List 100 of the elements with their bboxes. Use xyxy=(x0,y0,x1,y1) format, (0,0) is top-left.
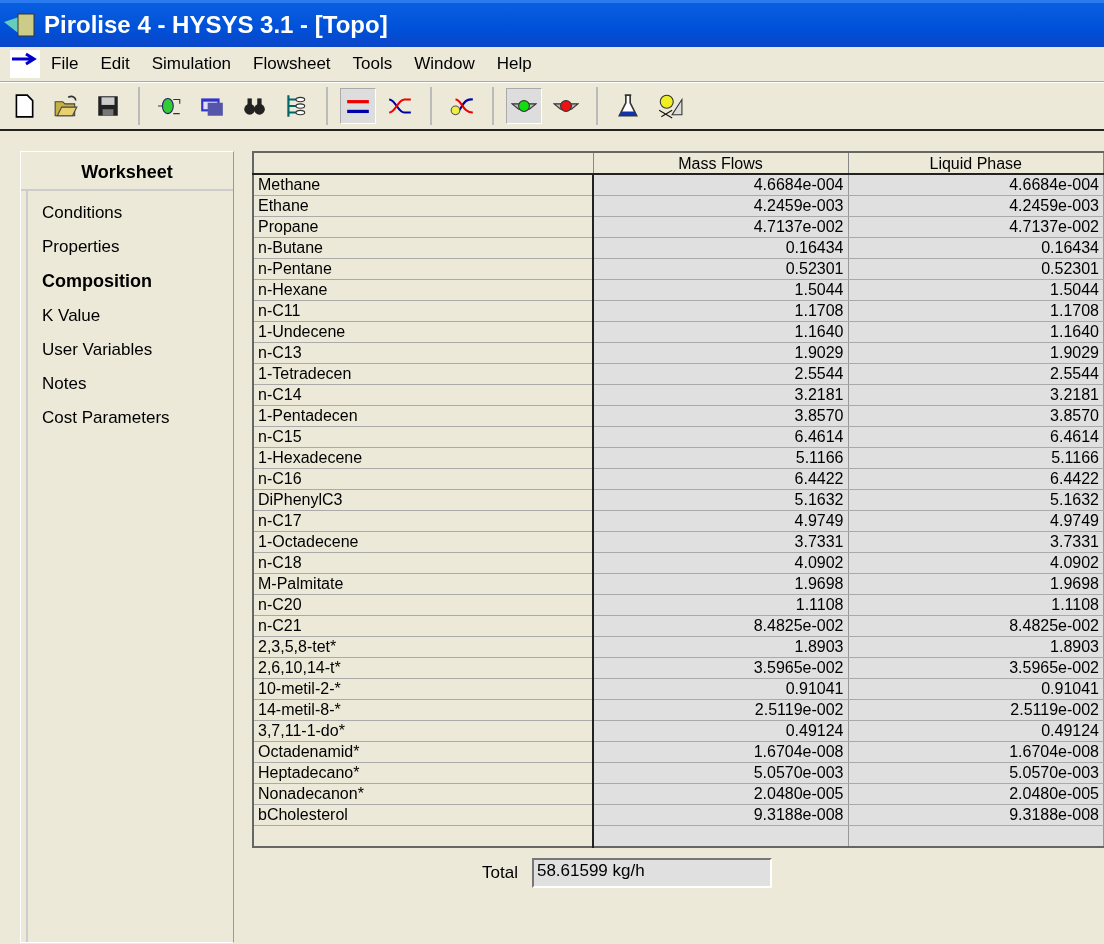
menu-item[interactable]: File xyxy=(40,54,90,74)
table-cell: 1.1640 xyxy=(593,321,848,343)
table-cell: 4.9749 xyxy=(593,510,848,532)
table-cell: 1-Undecene xyxy=(253,321,593,343)
table-cell: 2.0480e-005 xyxy=(593,783,848,805)
table-cell: Propane xyxy=(253,216,593,238)
table-cell: 6.4614 xyxy=(848,426,1104,448)
table-cell: 4.2459e-003 xyxy=(848,195,1104,217)
table-cell: 6.4422 xyxy=(593,468,848,490)
toolbar-button[interactable] xyxy=(340,88,376,124)
table-cell: 1-Tetradecen xyxy=(253,363,593,385)
table-cell: 9.3188e-008 xyxy=(593,804,848,826)
menu-item[interactable]: Edit xyxy=(89,54,141,74)
worksheet-tab[interactable]: Worksheet xyxy=(21,152,233,191)
menu-item[interactable]: Help xyxy=(485,54,543,74)
table-cell: 6.4422 xyxy=(848,468,1104,490)
table-cell: 1.1708 xyxy=(848,300,1104,322)
table-cell: n-C11 xyxy=(253,300,593,322)
table-cell: 5.1166 xyxy=(593,447,848,469)
table-cell: 4.7137e-002 xyxy=(848,216,1104,238)
table-cell: 3.2181 xyxy=(848,384,1104,406)
table-cell: 6.4614 xyxy=(593,426,848,448)
table-cell: 3.5965e-002 xyxy=(848,657,1104,679)
table-cell: 0.52301 xyxy=(848,258,1104,280)
table-cell: Ethane xyxy=(253,195,593,217)
table-cell: n-C17 xyxy=(253,510,593,532)
table-cell: 0.52301 xyxy=(593,258,848,280)
sidebar-item[interactable]: User Variables xyxy=(42,334,233,368)
table-cell: 3.8570 xyxy=(848,405,1104,427)
table-cell: 4.2459e-003 xyxy=(593,195,848,217)
sidebar-item[interactable]: K Value xyxy=(42,300,233,334)
table-cell: 1.9029 xyxy=(848,342,1104,364)
table-cell: 4.6684e-004 xyxy=(848,174,1104,196)
table-cell: 3.2181 xyxy=(593,384,848,406)
table-cell: 1.8903 xyxy=(593,636,848,658)
table-cell: 5.0570e-003 xyxy=(593,762,848,784)
table-cell: 1.9698 xyxy=(593,573,848,595)
table-cell: 4.6684e-004 xyxy=(593,174,848,196)
table-cell: 0.16434 xyxy=(593,237,848,259)
table-cell: n-C16 xyxy=(253,468,593,490)
table-cell: 3.8570 xyxy=(593,405,848,427)
table-cell: Methane xyxy=(253,174,593,196)
table-cell: 1.1108 xyxy=(593,594,848,616)
table-cell: 2.5544 xyxy=(593,363,848,385)
table-cell: M-Palmitate xyxy=(253,573,593,595)
table-cell: 1.1108 xyxy=(848,594,1104,616)
table-cell: 4.0902 xyxy=(593,552,848,574)
sidebar-item[interactable]: Properties xyxy=(42,231,233,265)
table-cell: Octadenamid* xyxy=(253,741,593,763)
table-cell: 3.5965e-002 xyxy=(593,657,848,679)
table-cell: 1.9029 xyxy=(593,342,848,364)
toolbar-button[interactable] xyxy=(506,88,542,124)
menu-item[interactable]: Window xyxy=(403,54,486,74)
table-cell: 1.1640 xyxy=(848,321,1104,343)
table-cell: 14-metil-8-* xyxy=(253,699,593,721)
sidebar-item[interactable]: Conditions xyxy=(42,197,233,231)
table-cell: 8.4825e-002 xyxy=(848,615,1104,637)
menu-item[interactable]: Simulation xyxy=(140,54,243,74)
table-cell: 3.7331 xyxy=(593,531,848,553)
table-cell: 0.49124 xyxy=(593,720,848,742)
table-cell: 0.91041 xyxy=(593,678,848,700)
table-cell: DiPhenylC3 xyxy=(253,489,593,511)
table-cell: n-Butane xyxy=(253,237,593,259)
table-cell: 1.1708 xyxy=(593,300,848,322)
table-cell: n-C15 xyxy=(253,426,593,448)
table-cell: n-C21 xyxy=(253,615,593,637)
table-cell: 5.1166 xyxy=(848,447,1104,469)
menu-item[interactable]: Tools xyxy=(341,54,404,74)
table-cell: 10-metil-2-* xyxy=(253,678,593,700)
table-cell: 3.7331 xyxy=(848,531,1104,553)
total-field: 58.61599 kg/h xyxy=(531,858,772,888)
sidebar-item[interactable]: Notes xyxy=(42,368,233,402)
table-cell: 1-Hexadecene xyxy=(253,447,593,469)
table-cell: n-C13 xyxy=(253,342,593,364)
table-cell: 4.9749 xyxy=(848,510,1104,532)
table-cell: n-Pentane xyxy=(253,258,593,280)
app-icon xyxy=(4,10,38,40)
table-cell: 1.6704e-008 xyxy=(593,741,848,763)
menu-item[interactable]: Flowsheet xyxy=(242,54,342,74)
table-cell: Nonadecanon* xyxy=(253,783,593,805)
table-cell: n-C18 xyxy=(253,552,593,574)
table-cell: 2.5119e-002 xyxy=(593,699,848,721)
table-cell: 0.16434 xyxy=(848,237,1104,259)
table-cell: 2.5119e-002 xyxy=(848,699,1104,721)
table-cell: 1.9698 xyxy=(848,573,1104,595)
table-cell: n-Hexane xyxy=(253,279,593,301)
table-cell: n-C20 xyxy=(253,594,593,616)
table-cell: 4.7137e-002 xyxy=(593,216,848,238)
table-cell: 5.0570e-003 xyxy=(848,762,1104,784)
table-cell: n-C14 xyxy=(253,384,593,406)
table-cell: 8.4825e-002 xyxy=(593,615,848,637)
sidebar-item[interactable]: Composition xyxy=(42,265,233,300)
table-cell: bCholesterol xyxy=(253,804,593,826)
table-cell: 1-Pentadecen xyxy=(253,405,593,427)
window-title: Pirolise 4 - HYSYS 3.1 - [Topo] xyxy=(44,11,388,39)
table-cell: 9.3188e-008 xyxy=(848,804,1104,826)
table-cell: 1.5044 xyxy=(593,279,848,301)
table-cell: 1.8903 xyxy=(848,636,1104,658)
table-cell: 2.0480e-005 xyxy=(848,783,1104,805)
sidebar-item[interactable]: Cost Parameters xyxy=(42,402,233,436)
